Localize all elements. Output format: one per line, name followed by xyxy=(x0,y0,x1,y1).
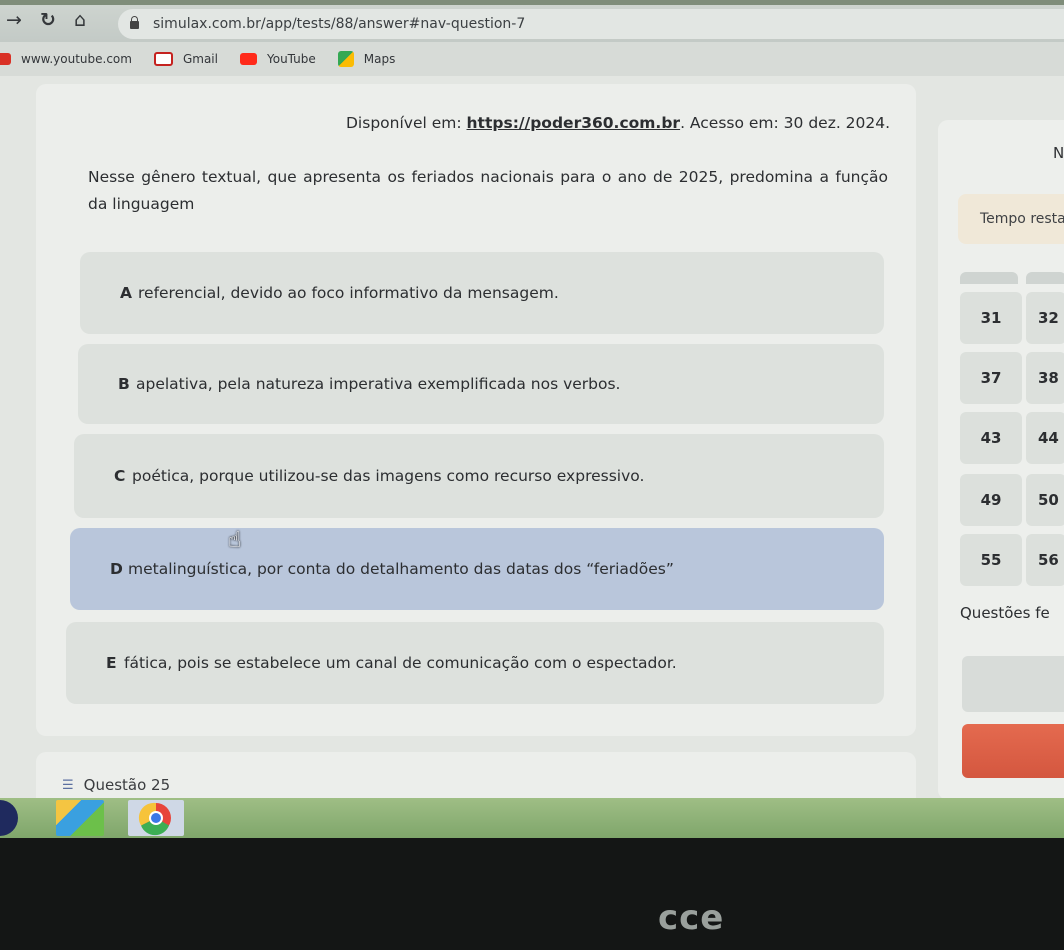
option-letter: C xyxy=(114,467,126,485)
option-letter: E xyxy=(106,654,117,672)
option-d-selected[interactable]: D metalinguística, por conta do detalham… xyxy=(70,528,884,610)
question-text: Nesse gênero textual, que apresenta os f… xyxy=(88,168,888,213)
forward-icon[interactable]: → xyxy=(6,11,22,30)
browser-toolbar: → ↻ ⌂ simulax.com.br/app/tests/88/answer… xyxy=(0,0,1064,42)
hand-cursor-icon: ☝ xyxy=(228,528,242,553)
start-button[interactable] xyxy=(0,800,18,836)
youtube-icon xyxy=(0,53,11,65)
monitor-bezel xyxy=(0,838,1064,950)
chrome-icon xyxy=(138,802,171,836)
question-number-button[interactable]: 55 xyxy=(960,534,1022,586)
source-citation: Disponível em: https://poder360.com.br. … xyxy=(346,114,890,132)
option-text: referencial, devido ao foco informativo … xyxy=(138,284,559,302)
maps-icon xyxy=(337,51,354,67)
monitor-brand-logo: cce xyxy=(658,898,725,938)
navigator-title: N xyxy=(1053,144,1064,162)
option-text: poética, porque utilizou-se das imagens … xyxy=(132,467,645,485)
option-letter: B xyxy=(118,375,130,393)
option-text: apelativa, pela natureza imperativa exem… xyxy=(136,375,621,393)
option-c[interactable]: C poética, porque utilizou-se das imagen… xyxy=(74,434,884,518)
option-text: fática, pois se estabelece um canal de c… xyxy=(124,654,677,672)
option-letter: A xyxy=(120,284,132,302)
reload-icon[interactable]: ↻ xyxy=(40,11,56,30)
gmail-icon xyxy=(153,52,173,66)
bookmark-label: YouTube xyxy=(266,52,316,66)
source-suffix: . Acesso em: 30 dez. 2024. xyxy=(680,114,891,132)
bluestacks-icon[interactable] xyxy=(56,800,104,836)
page-content: Disponível em: https://poder360.com.br. … xyxy=(0,76,1064,812)
question-number-button[interactable]: 32 xyxy=(1026,292,1064,344)
grid-header xyxy=(960,272,1018,284)
bookmark-label: Gmail xyxy=(182,52,218,66)
flagged-questions-box xyxy=(962,656,1064,712)
question-number-button[interactable]: 37 xyxy=(960,352,1022,404)
grid-header xyxy=(1026,272,1064,284)
timer-label: Tempo resta xyxy=(980,211,1064,227)
chrome-taskbar-button[interactable] xyxy=(128,800,184,836)
bookmark-label: Maps xyxy=(363,52,396,66)
question-number-button[interactable]: 31 xyxy=(960,292,1022,344)
option-a[interactable]: A referencial, devido ao foco informativ… xyxy=(80,252,884,334)
question-number-button[interactable]: 44 xyxy=(1026,412,1064,464)
address-bar[interactable]: simulax.com.br/app/tests/88/answer#nav-q… xyxy=(118,9,1064,39)
youtube-icon xyxy=(239,53,257,65)
question-number-button[interactable]: 38 xyxy=(1026,352,1064,404)
lock-icon xyxy=(130,16,139,29)
window-top-strip xyxy=(0,0,1064,5)
bookmark-gmail[interactable]: Gmail xyxy=(153,52,218,66)
bookmark-maps[interactable]: Maps xyxy=(337,51,396,67)
question-number-button[interactable]: 50 xyxy=(1026,474,1064,526)
option-e[interactable]: E fática, pois se estabelece um canal de… xyxy=(66,622,884,704)
home-icon[interactable]: ⌂ xyxy=(74,11,86,30)
bookmark-label: www.youtube.com xyxy=(21,52,132,66)
os-taskbar xyxy=(0,798,1064,838)
bookmark-youtube[interactable]: YouTube xyxy=(239,52,316,66)
option-letter: D xyxy=(110,560,123,578)
bookmark-youtube-site[interactable]: www.youtube.com xyxy=(0,52,132,66)
next-question-title: Questão 25 xyxy=(83,776,171,794)
option-b[interactable]: B apelativa, pela natureza imperativa ex… xyxy=(78,344,884,424)
next-question-header[interactable]: ☰ Questão 25 xyxy=(62,776,170,794)
url-text: simulax.com.br/app/tests/88/answer#nav-q… xyxy=(153,16,526,32)
source-link[interactable]: https://poder360.com.br xyxy=(467,114,681,132)
source-prefix: Disponível em: xyxy=(346,114,462,132)
timer-box: Tempo resta xyxy=(958,194,1064,244)
question-number-button[interactable]: 56 xyxy=(1026,534,1064,586)
flagged-questions-title: Questões fe xyxy=(960,604,1050,622)
question-number-button[interactable]: 49 xyxy=(960,474,1022,526)
list-icon: ☰ xyxy=(62,777,74,793)
bookmarks-bar: www.youtube.com Gmail YouTube Maps xyxy=(0,42,1064,76)
question-number-button[interactable]: 43 xyxy=(960,412,1022,464)
option-text: metalinguística, por conta do detalhamen… xyxy=(128,560,674,578)
finish-button[interactable] xyxy=(962,724,1064,778)
